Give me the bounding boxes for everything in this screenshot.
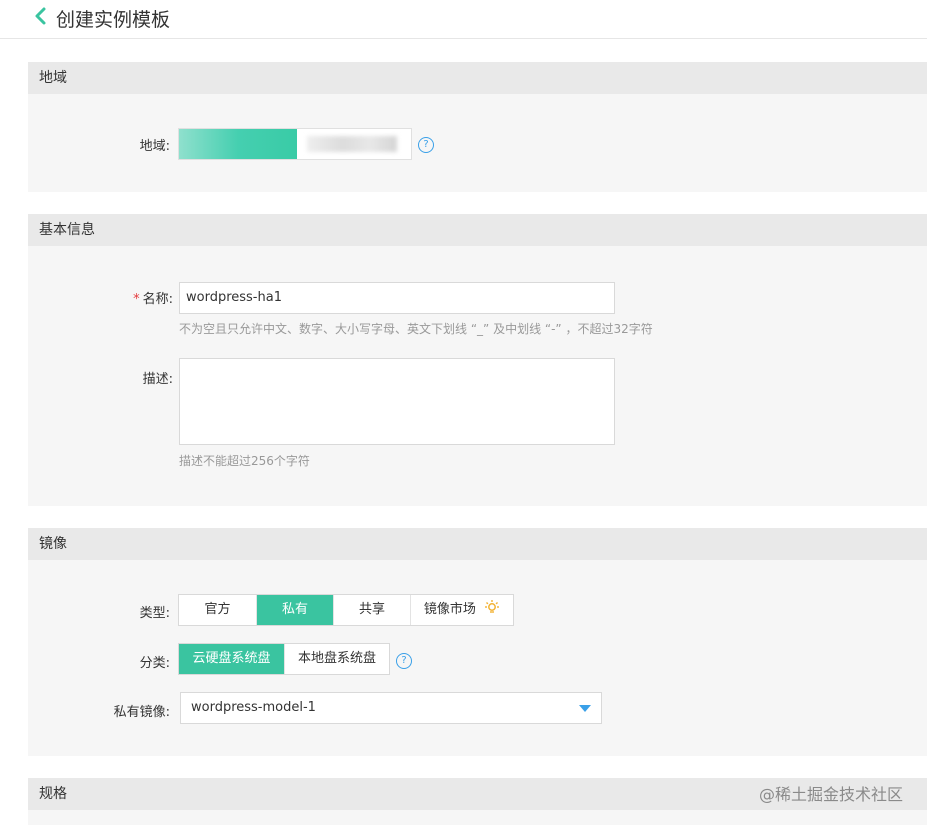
region-help-icon[interactable]: ? [418, 137, 434, 153]
tab-local-disk[interactable]: 本地盘系统盘 [285, 644, 389, 674]
name-hint: 不为空且只允许中文、数字、大小写字母、英文下划线 “_” 及中划线 “-” ，不… [179, 322, 653, 336]
tab-official[interactable]: 官方 [179, 595, 257, 625]
image-type-tabs: 官方 私有 共享 镜像市场 [178, 594, 514, 626]
region-section: 地域 [28, 62, 927, 192]
tab-image-market[interactable]: 镜像市场 [411, 595, 513, 625]
name-label-text: 名称: [142, 292, 173, 307]
private-image-select[interactable]: wordpress-model-1 [180, 692, 602, 724]
region-selected-option[interactable] [179, 129, 297, 159]
tab-shared[interactable]: 共享 [334, 595, 411, 625]
description-label: 描述: [142, 372, 173, 387]
basic-info-section-title: 基本信息 [28, 214, 927, 246]
region-selector[interactable] [178, 128, 412, 160]
category-tabs: 云硬盘系统盘 本地盘系统盘 [178, 643, 390, 675]
name-label: * 名称: [33, 288, 173, 307]
image-type-label: 类型: [139, 606, 170, 621]
region-section-title: 地域 [28, 62, 927, 94]
region-other-option[interactable] [307, 136, 397, 152]
image-section-title: 镜像 [28, 528, 927, 560]
chevron-left-icon[interactable] [33, 6, 49, 26]
description-textarea[interactable] [179, 358, 615, 445]
name-input[interactable]: wordpress-ha1 [179, 282, 615, 314]
private-image-value: wordpress-model-1 [191, 700, 316, 715]
region-label: 地域: [139, 139, 170, 154]
description-hint: 描述不能超过256个字符 [179, 454, 310, 468]
lightbulb-icon [485, 600, 500, 613]
page-header: 创建实例模板 [0, 0, 927, 39]
caret-down-icon [579, 705, 591, 712]
page-title: 创建实例模板 [56, 9, 171, 31]
tab-cloud-disk[interactable]: 云硬盘系统盘 [179, 644, 285, 674]
category-help-icon[interactable]: ? [396, 653, 412, 669]
private-image-label: 私有镜像: [113, 705, 170, 720]
watermark: @稀土掘金技术社区 [758, 785, 903, 804]
tab-image-market-label: 镜像市场 [423, 602, 476, 617]
tab-private[interactable]: 私有 [257, 595, 334, 625]
category-label: 分类: [139, 656, 170, 671]
required-mark: * [133, 292, 140, 307]
